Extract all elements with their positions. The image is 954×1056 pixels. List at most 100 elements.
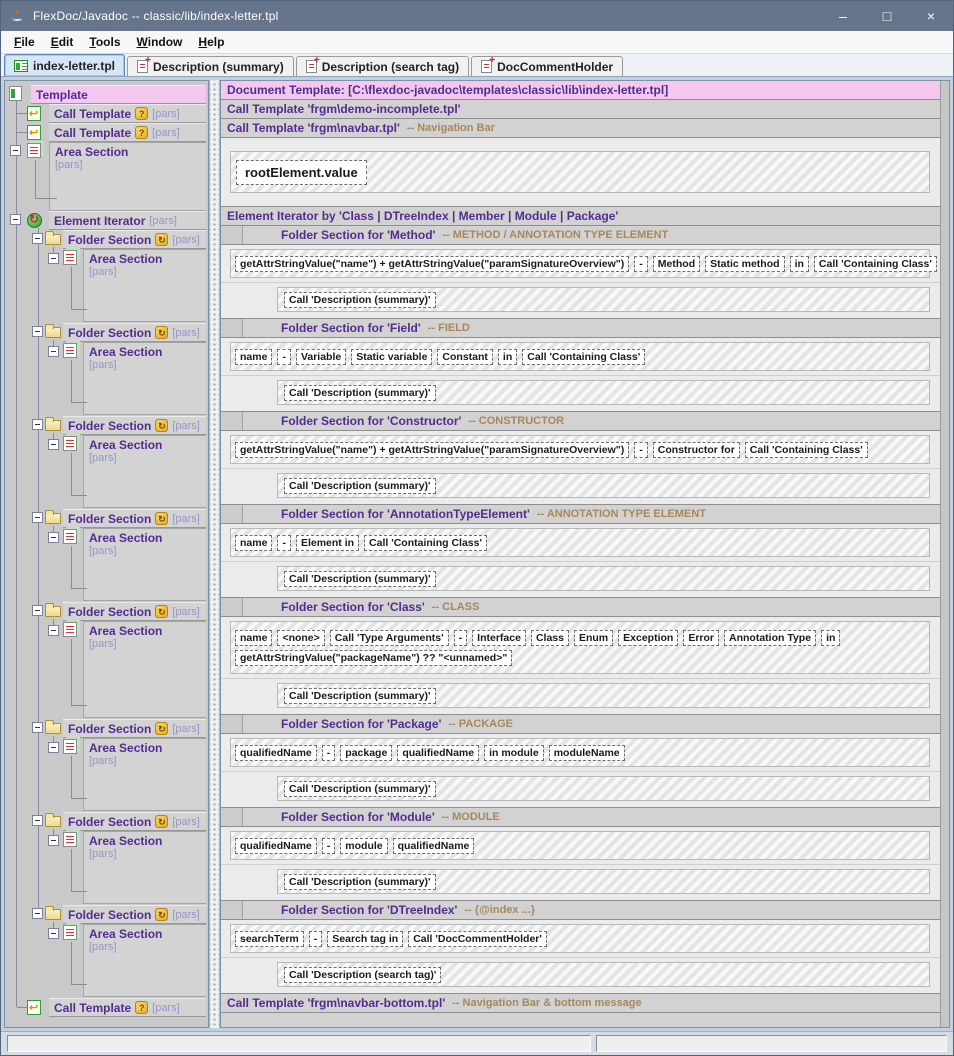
template-chip[interactable]: qualifiedName	[393, 838, 475, 854]
template-chip[interactable]: name	[235, 349, 272, 365]
menu-help[interactable]: Help	[190, 32, 232, 52]
tree-expand-toggle[interactable]	[48, 835, 59, 846]
call-description-chip[interactable]: Call 'Description (summary)'	[284, 571, 436, 587]
tree-expand-toggle[interactable]	[32, 605, 43, 616]
call-description-chip[interactable]: Call 'Description (summary)'	[284, 874, 436, 890]
tree-expand-toggle[interactable]	[48, 928, 59, 939]
template-chip[interactable]: Enum	[574, 630, 613, 646]
tree-expand-toggle[interactable]	[32, 815, 43, 826]
tree-expand-toggle[interactable]	[32, 722, 43, 733]
close-button[interactable]: ×	[909, 1, 953, 31]
tree-node-area-section[interactable]: Area Section[pars]	[83, 249, 206, 322]
template-chip[interactable]: in	[498, 349, 517, 365]
template-chip[interactable]: in module	[484, 745, 544, 761]
template-chip[interactable]: package	[340, 745, 392, 761]
tree-node-element-iterator[interactable]: Element Iterator[pars]	[49, 211, 206, 230]
template-chip[interactable]: -	[634, 442, 648, 458]
tree-node-call-template[interactable]: Call Template?[pars]	[49, 123, 206, 142]
template-chip[interactable]: name	[235, 535, 272, 551]
splitter-handle[interactable]	[209, 80, 220, 1028]
template-chip[interactable]: Method	[653, 256, 700, 272]
call-description-chip[interactable]: Call 'Description (summary)'	[284, 292, 436, 308]
template-chip[interactable]: Static method	[705, 256, 784, 272]
tab-description-summary-[interactable]: Description (summary)	[127, 56, 294, 76]
template-chip[interactable]: getAttrStringValue("name") + getAttrStri…	[235, 256, 629, 272]
tree-node-folder-section[interactable]: Folder Section↻[pars]	[63, 416, 206, 435]
element-iterator-header[interactable]: Element Iterator by 'Class | DTreeIndex …	[221, 207, 940, 226]
template-chip[interactable]: Error	[683, 630, 719, 646]
call-template-header-navbar[interactable]: Call Template 'frgm\navbar.tpl' -- Navig…	[221, 119, 940, 138]
scrollbar-track[interactable]	[940, 81, 949, 1027]
template-chip[interactable]: Static variable	[351, 349, 432, 365]
tree-node-template[interactable]: Template	[31, 85, 206, 104]
tree-expand-toggle[interactable]	[10, 214, 21, 225]
tree-expand-toggle[interactable]	[32, 908, 43, 919]
template-chip[interactable]: -	[634, 256, 648, 272]
tree-expand-toggle[interactable]	[32, 419, 43, 430]
template-chip[interactable]: searchTerm	[235, 931, 304, 947]
minimize-button[interactable]: –	[821, 1, 865, 31]
template-chip[interactable]: Call 'Containing Class'	[364, 535, 487, 551]
template-chip[interactable]: Constant	[437, 349, 493, 365]
tree-node-call-template[interactable]: Call Template?[pars]	[49, 104, 206, 123]
folder-section-header[interactable]: Folder Section for 'Class' -- CLASS	[221, 598, 940, 617]
tree-expand-toggle[interactable]	[48, 253, 59, 264]
menu-tools[interactable]: Tools	[81, 32, 128, 52]
tree-node-area-section[interactable]: Area Section[pars]	[83, 738, 206, 811]
template-chip[interactable]: -	[322, 745, 336, 761]
menu-window[interactable]: Window	[129, 32, 191, 52]
template-chip[interactable]: Annotation Type	[724, 630, 816, 646]
template-chip[interactable]: qualifiedName	[397, 745, 479, 761]
call-description-chip[interactable]: Call 'Description (search tag)'	[284, 967, 441, 983]
tree-node-area-section[interactable]: Area Section[pars]	[83, 924, 206, 997]
expression-chip[interactable]: rootElement.value	[236, 160, 367, 185]
call-description-chip[interactable]: Call 'Description (summary)'	[284, 781, 436, 797]
folder-section-header[interactable]: Folder Section for 'AnnotationTypeElemen…	[221, 505, 940, 524]
tree-expand-toggle[interactable]	[48, 532, 59, 543]
tree-node-folder-section[interactable]: Folder Section↻[pars]	[63, 812, 206, 831]
template-chip[interactable]: name	[235, 630, 272, 646]
template-chip[interactable]: -	[322, 838, 336, 854]
call-description-chip[interactable]: Call 'Description (summary)'	[284, 688, 436, 704]
template-chip[interactable]: Call 'Containing Class'	[522, 349, 645, 365]
tree-expand-toggle[interactable]	[48, 439, 59, 450]
tree-node-area-section[interactable]: Area Section[pars]	[83, 342, 206, 415]
template-chip[interactable]: -	[454, 630, 468, 646]
template-chip[interactable]: getAttrStringValue("name") + getAttrStri…	[235, 442, 629, 458]
tree-node-call-template[interactable]: Call Template?[pars]	[49, 998, 206, 1017]
tree-node-area-section[interactable]: Area Section[pars]	[83, 528, 206, 601]
template-chip[interactable]: Call 'Type Arguments'	[330, 630, 449, 646]
menu-file[interactable]: File	[6, 32, 43, 52]
folder-section-header[interactable]: Folder Section for 'DTreeIndex' -- {@ind…	[221, 901, 940, 920]
template-chip[interactable]: moduleName	[549, 745, 625, 761]
folder-section-header[interactable]: Folder Section for 'Constructor' -- CONS…	[221, 412, 940, 431]
template-chip[interactable]: Search tag in	[327, 931, 403, 947]
call-template-bottom-header[interactable]: Call Template 'frgm\navbar-bottom.tpl' -…	[221, 994, 940, 1013]
tree-node-area-section[interactable]: Area Section[pars]	[83, 831, 206, 904]
tree-node-folder-section[interactable]: Folder Section↻[pars]	[63, 509, 206, 528]
tab-index-letter-tpl[interactable]: index-letter.tpl	[4, 54, 125, 76]
template-chip[interactable]: <none>	[277, 630, 324, 646]
tree-expand-toggle[interactable]	[32, 233, 43, 244]
call-description-chip[interactable]: Call 'Description (summary)'	[284, 385, 436, 401]
tree-node-folder-section[interactable]: Folder Section↻[pars]	[63, 230, 206, 249]
tree-node-folder-section[interactable]: Folder Section↻[pars]	[63, 323, 206, 342]
template-chip[interactable]: Constructor for	[653, 442, 740, 458]
tree-expand-toggle[interactable]	[48, 742, 59, 753]
tree-expand-toggle[interactable]	[48, 625, 59, 636]
tree-node-folder-section[interactable]: Folder Section↻[pars]	[63, 602, 206, 621]
folder-section-header[interactable]: Folder Section for 'Method' -- METHOD / …	[221, 226, 940, 245]
tree-node-area-section[interactable]: Area Section[pars]	[49, 142, 206, 211]
template-chip[interactable]: getAttrStringValue("packageName") ?? "<u…	[235, 650, 512, 666]
template-chip[interactable]: Call 'DocCommentHolder'	[408, 931, 547, 947]
tree-expand-toggle[interactable]	[48, 346, 59, 357]
template-chip[interactable]: Exception	[618, 630, 678, 646]
template-chip[interactable]: qualifiedName	[235, 745, 317, 761]
tab-description-search-tag-[interactable]: Description (search tag)	[296, 56, 469, 76]
template-chip[interactable]: Class	[531, 630, 569, 646]
template-chip[interactable]: Call 'Containing Class'	[745, 442, 868, 458]
tree-expand-toggle[interactable]	[32, 326, 43, 337]
template-chip[interactable]: in	[790, 256, 809, 272]
template-chip[interactable]: Element in	[296, 535, 359, 551]
tree-expand-toggle[interactable]	[10, 145, 21, 156]
